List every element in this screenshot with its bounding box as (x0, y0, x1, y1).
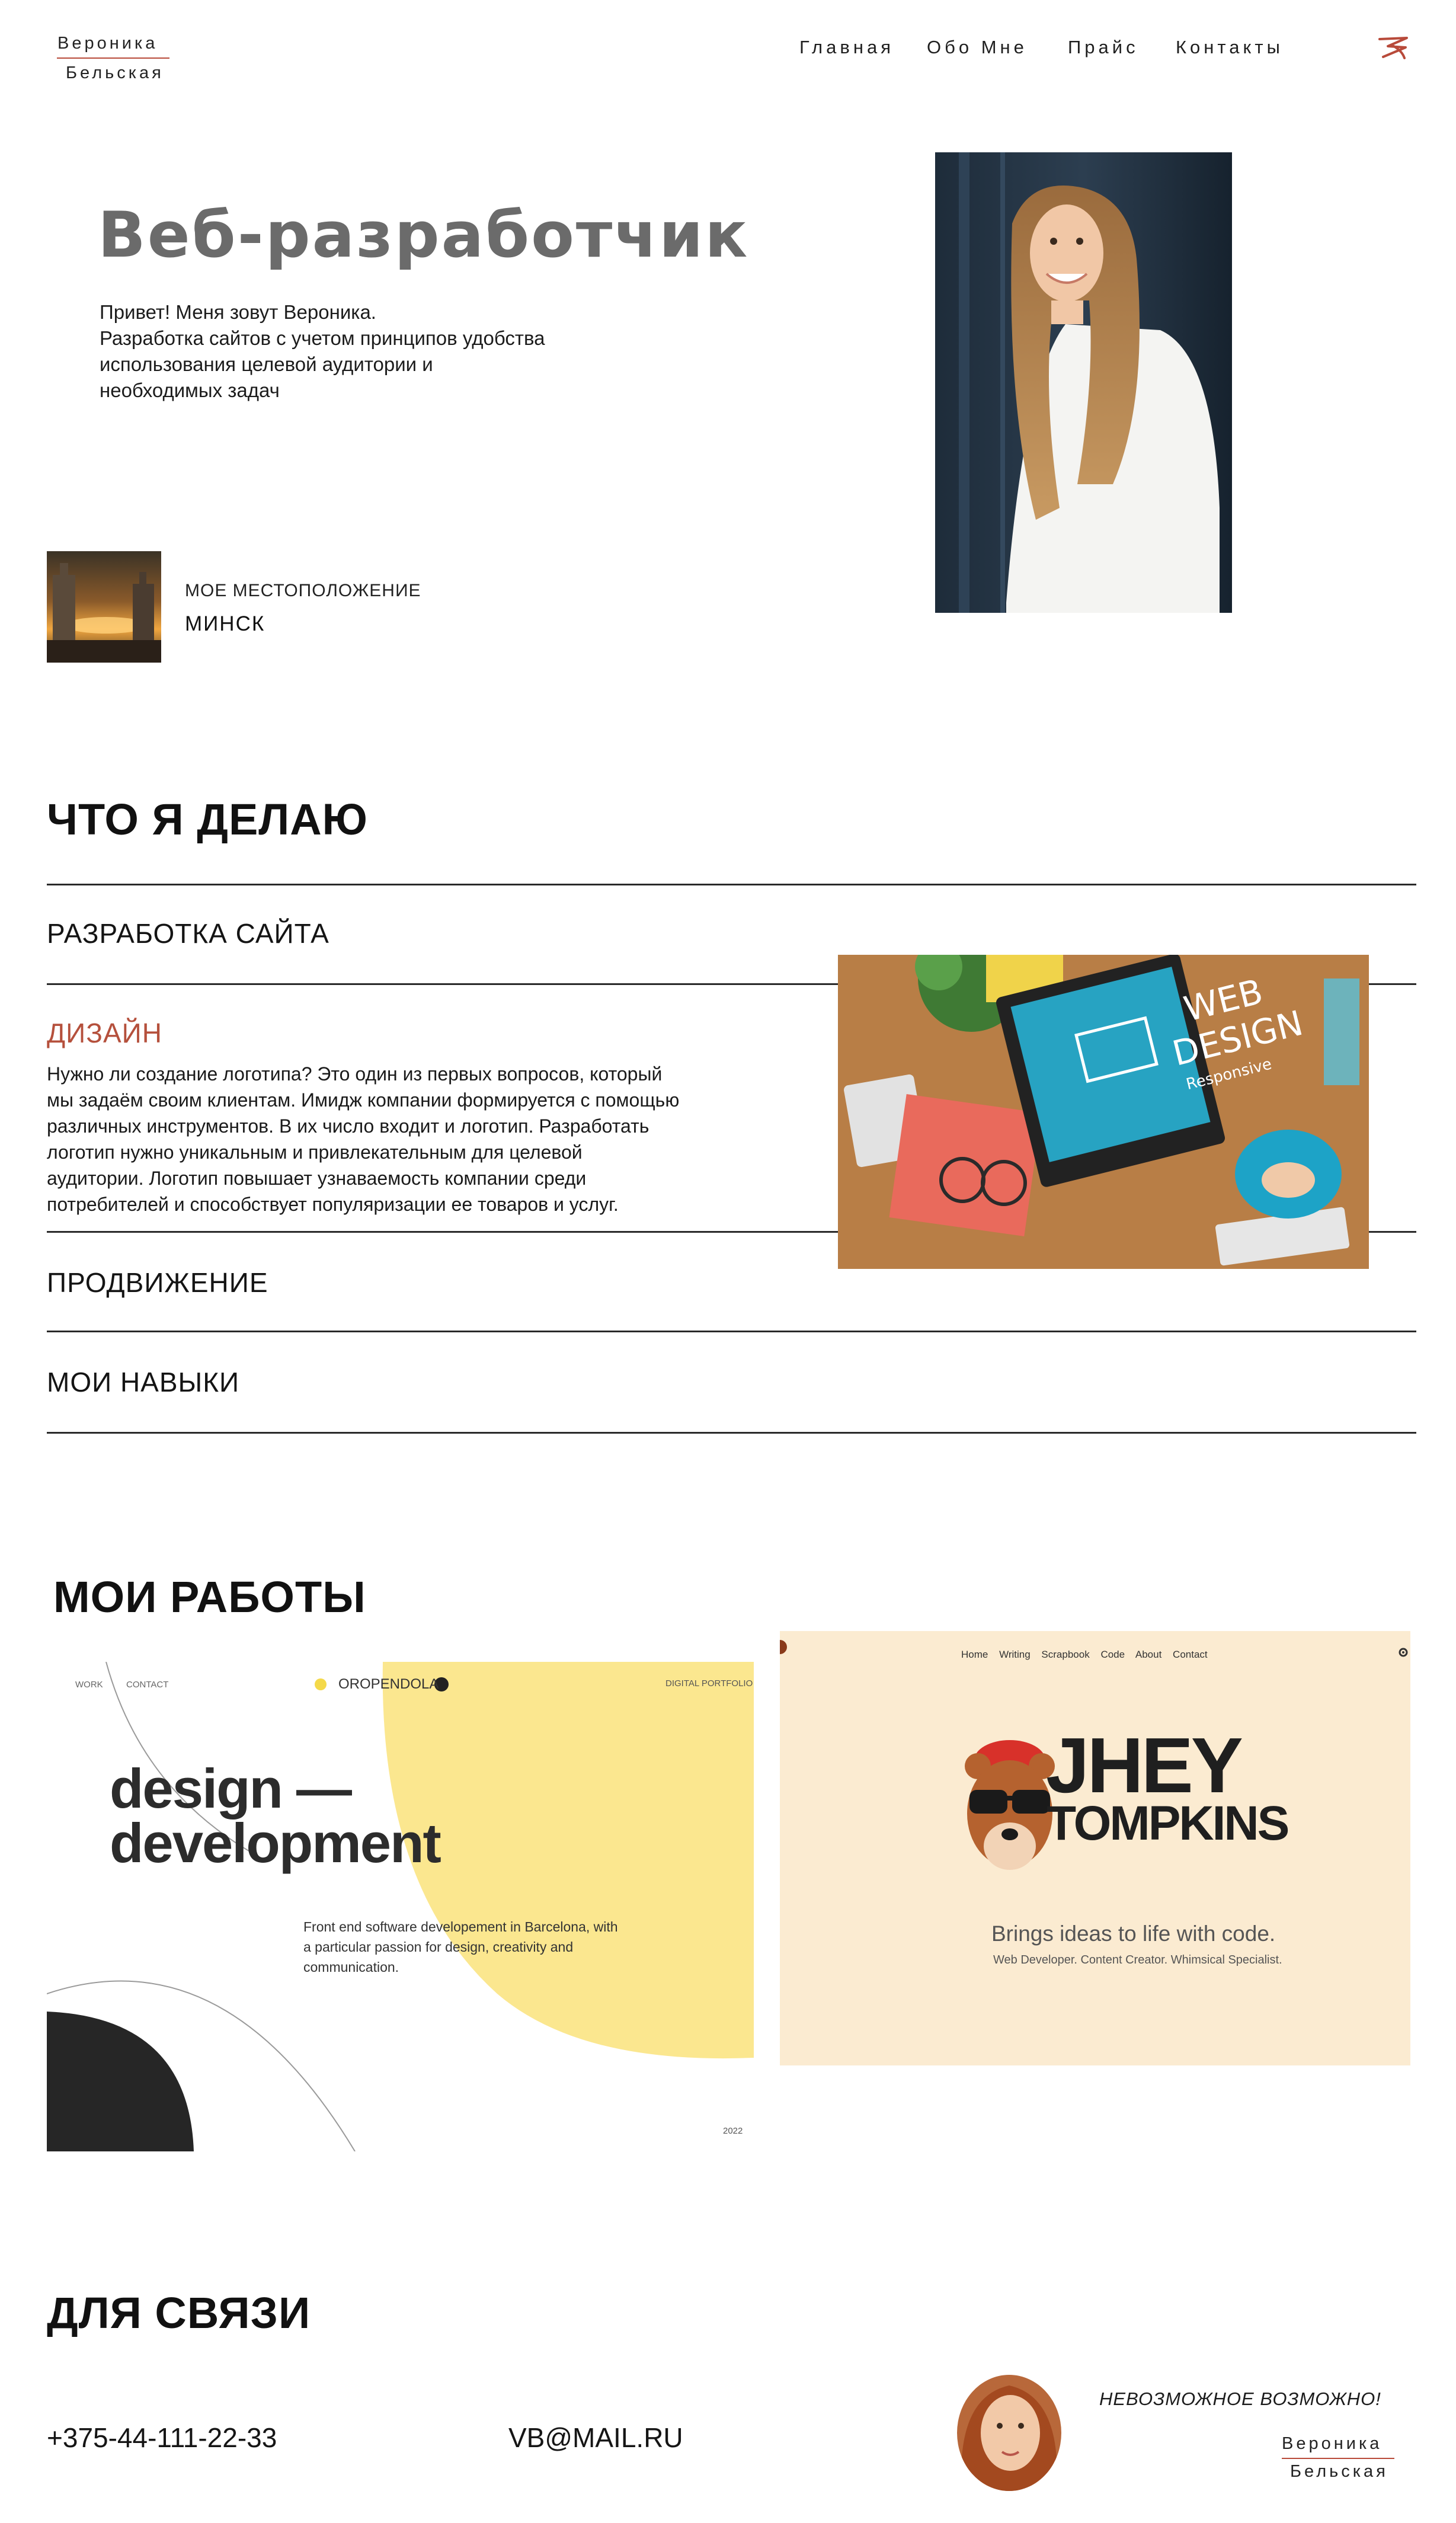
hero-intro-line: Привет! Меня зовут Вероника. (100, 301, 376, 323)
nav-about[interactable]: Обо Мне (927, 37, 1028, 58)
design-description-line: логотип нужно уникальным и привлекательн… (47, 1141, 583, 1163)
portfolio-card-oropendola[interactable]: WORK CONTACT OROPENDOLA DIGITAL PORTFOLI… (47, 1662, 754, 2151)
footer-logo-first-name: Вероника (1282, 2434, 1383, 2453)
hero-intro-line: Разработка сайтов с учетом принципов удо… (100, 327, 545, 349)
hero-intro-line: необходимых задач (100, 379, 280, 401)
footer-logo-last-name: Бельская (1290, 2462, 1388, 2481)
jhey-nav-item: Writing (999, 1649, 1031, 1660)
design-description: Нужно ли создание логотипа? Это один из … (47, 1061, 728, 1217)
location-value: МИНСК (185, 612, 265, 635)
services-heading: ЧТО Я ДЕЛАЮ (47, 795, 368, 844)
jhey-nav-item: About (1135, 1649, 1162, 1660)
oropendola-nav-contact: CONTACT (126, 1680, 169, 1690)
jhey-nav-item: Contact (1173, 1649, 1208, 1660)
footer-avatar (957, 2375, 1061, 2491)
jhey-nav-item: Home (961, 1649, 988, 1660)
design-description-line: потребителей и способствует популяризаци… (47, 1194, 619, 1215)
service-promotion[interactable]: ПРОДВИЖЕНИЕ (47, 1267, 268, 1299)
minsk-photo (47, 551, 161, 663)
nav-home[interactable]: Главная (799, 37, 894, 58)
contact-email[interactable]: VB@MAIL.RU (508, 2422, 683, 2454)
contacts-heading: ДЛЯ СВЯЗИ (47, 2288, 311, 2337)
design-description-line: аудитории. Логотип повышает узнаваемость… (47, 1168, 587, 1189)
oropendola-title-line: design — (110, 1757, 352, 1819)
jhey-subtagline: Web Developer. Content Creator. Whimsica… (993, 1953, 1282, 1966)
location-label: МОЕ МЕСТОПОЛОЖЕНИЕ (185, 581, 421, 600)
hero-intro: Привет! Меня зовут Вероника. Разработка … (100, 299, 621, 404)
jhey-tagline: Brings ideas to life with code. (991, 1921, 1276, 1946)
oropendola-brand: OROPENDOLA (338, 1676, 439, 1692)
oropendola-title-line: development (110, 1812, 441, 1874)
nav-price[interactable]: Прайс (1068, 37, 1139, 58)
jhey-title-line-2: TOMPKINS (1047, 1796, 1289, 1850)
signature-logo-icon[interactable] (1376, 33, 1410, 62)
divider (47, 1331, 1416, 1332)
jhey-nav-item: Code (1100, 1649, 1125, 1660)
footer-motto: НЕВОЗМОЖНОЕ ВОЗМОЖНО! (1099, 2388, 1381, 2409)
oropendola-nav-work: WORK (75, 1680, 103, 1690)
oropendola-description: Front end software developement in Barce… (303, 1917, 618, 1977)
design-description-line: различных инструментов. В их число входи… (47, 1115, 649, 1137)
jhey-nav: Home Writing Scrapbook Code About Contac… (961, 1649, 1208, 1661)
footer-logo-divider (1282, 2458, 1394, 2459)
divider (47, 884, 1416, 885)
hero-intro-line: использования целевой аудитории и (100, 353, 433, 375)
service-design[interactable]: ДИЗАЙН (47, 1017, 162, 1049)
design-description-line: Нужно ли создание логотипа? Это один из … (47, 1063, 663, 1085)
portfolio-card-jhey-tompkins[interactable]: Home Writing Scrapbook Code About Contac… (780, 1631, 1410, 2065)
jhey-title-line-1: JHEY (1046, 1722, 1243, 1809)
works-heading: МОИ РАБОТЫ (53, 1572, 366, 1622)
jhey-nav-item: Scrapbook (1041, 1649, 1090, 1660)
web-design-image: WEB DESIGN Responsive (838, 955, 1369, 1269)
design-description-line: мы задаём своим клиентам. Имидж компании… (47, 1089, 680, 1111)
contact-phone[interactable]: +375-44-111-22-33 (47, 2422, 277, 2454)
oropendola-description-line: a particular passion for design, creativ… (303, 1939, 574, 1955)
oropendola-year: 2022 (723, 2126, 743, 2136)
page-title: Веб-разработчик (98, 199, 750, 271)
logo-divider (57, 57, 169, 59)
gear-icon (1399, 1648, 1408, 1657)
portrait-photo (935, 152, 1232, 613)
oropendola-tag: DIGITAL PORTFOLIO (665, 1678, 753, 1689)
logo-last-name: Бельская (66, 63, 164, 82)
divider (47, 1432, 1416, 1434)
oropendola-description-line: Front end software developement in Barce… (303, 1919, 618, 1934)
logo-first-name: Вероника (57, 34, 158, 53)
jhey-mini-avatar-icon (780, 1640, 787, 1654)
oropendola-description-line: communication. (303, 1959, 399, 1975)
nav-contacts[interactable]: Контакты (1176, 37, 1284, 58)
service-skills[interactable]: МОИ НАВЫКИ (47, 1366, 239, 1398)
service-web-development[interactable]: РАЗРАБОТКА САЙТА (47, 917, 329, 949)
oropendola-art (47, 1662, 754, 2151)
bear-mascot-icon (965, 1740, 1055, 1870)
oropendola-title: design — development (110, 1757, 441, 1874)
